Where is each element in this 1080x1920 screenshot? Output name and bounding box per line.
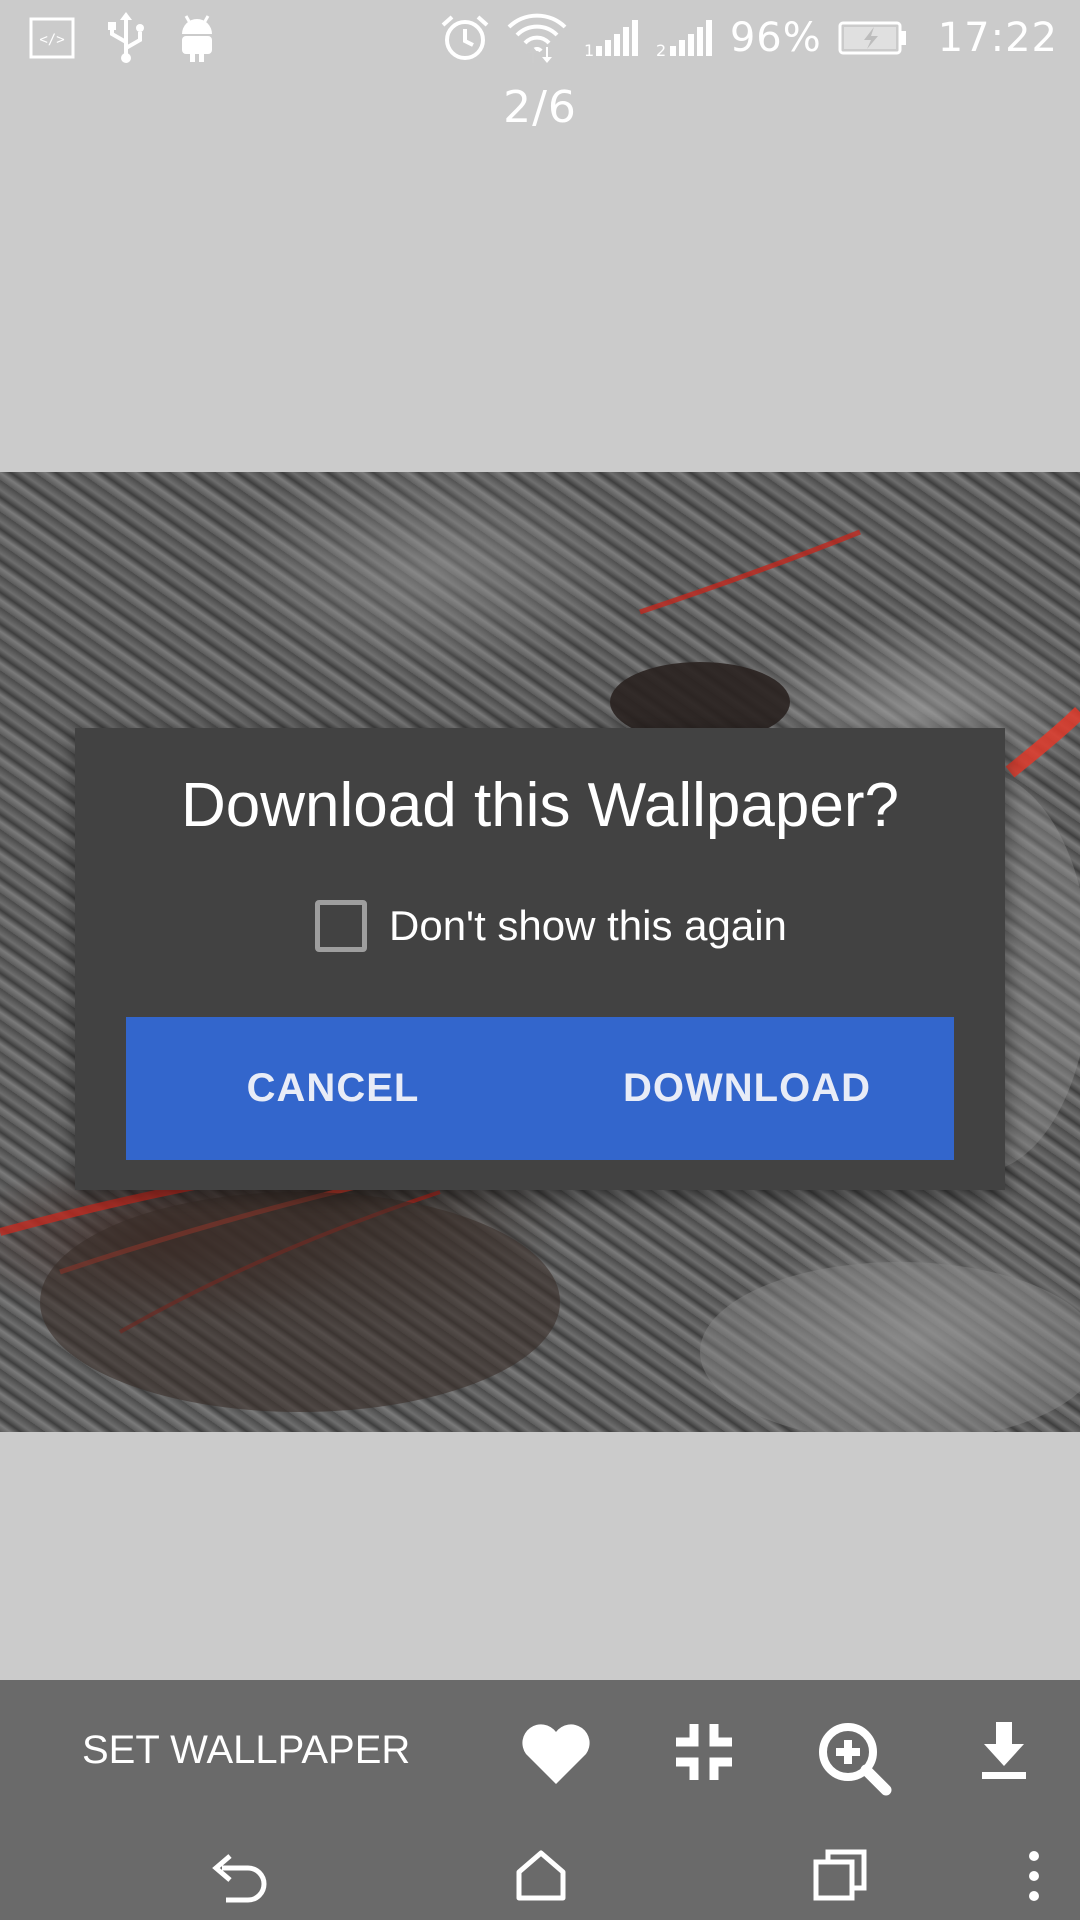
svg-text:</>: </> [39, 32, 64, 48]
page-counter: 2/6 [503, 82, 577, 133]
dont-show-again-row[interactable]: Don't show this again [315, 896, 787, 956]
dialog-title: Download this Wallpaper? [181, 771, 899, 840]
android-debug-icon [176, 12, 218, 64]
status-bar: </> 1 2 96% 17:22 [0, 0, 1080, 78]
alarm-icon [440, 13, 490, 63]
svg-text:2: 2 [656, 41, 666, 58]
navigation-bar [0, 1830, 1080, 1920]
battery-charging-icon [838, 20, 908, 56]
download-dialog: Download this Wallpaper? Don't show this… [75, 728, 1005, 1190]
overflow-menu-icon[interactable] [1026, 1848, 1042, 1908]
clock: 17:22 [937, 15, 1058, 61]
heart-icon[interactable] [520, 1720, 592, 1792]
back-icon[interactable] [208, 1848, 272, 1912]
fit-screen-icon[interactable] [672, 1720, 736, 1788]
dont-show-again-checkbox[interactable] [315, 900, 367, 952]
recents-icon[interactable] [812, 1848, 868, 1906]
cancel-button[interactable]: CANCEL [126, 1017, 540, 1160]
signal-1-icon: 1 [584, 18, 640, 58]
set-wallpaper-button[interactable]: SET WALLPAPER [82, 1728, 410, 1773]
svg-text:1: 1 [584, 41, 594, 58]
home-icon[interactable] [514, 1848, 568, 1906]
zoom-in-icon[interactable] [816, 1720, 894, 1800]
dialog-button-bar: CANCEL DOWNLOAD [126, 1017, 954, 1160]
developer-mode-icon: </> [28, 14, 76, 62]
bottom-toolbar: SET WALLPAPER [0, 1680, 1080, 1830]
dont-show-again-label[interactable]: Don't show this again [389, 902, 787, 950]
signal-2-icon: 2 [656, 18, 714, 58]
download-icon[interactable] [978, 1720, 1030, 1786]
battery-percent: 96% [729, 15, 822, 61]
wifi-icon [506, 11, 568, 65]
download-button[interactable]: DOWNLOAD [540, 1017, 954, 1160]
usb-icon [104, 12, 148, 64]
